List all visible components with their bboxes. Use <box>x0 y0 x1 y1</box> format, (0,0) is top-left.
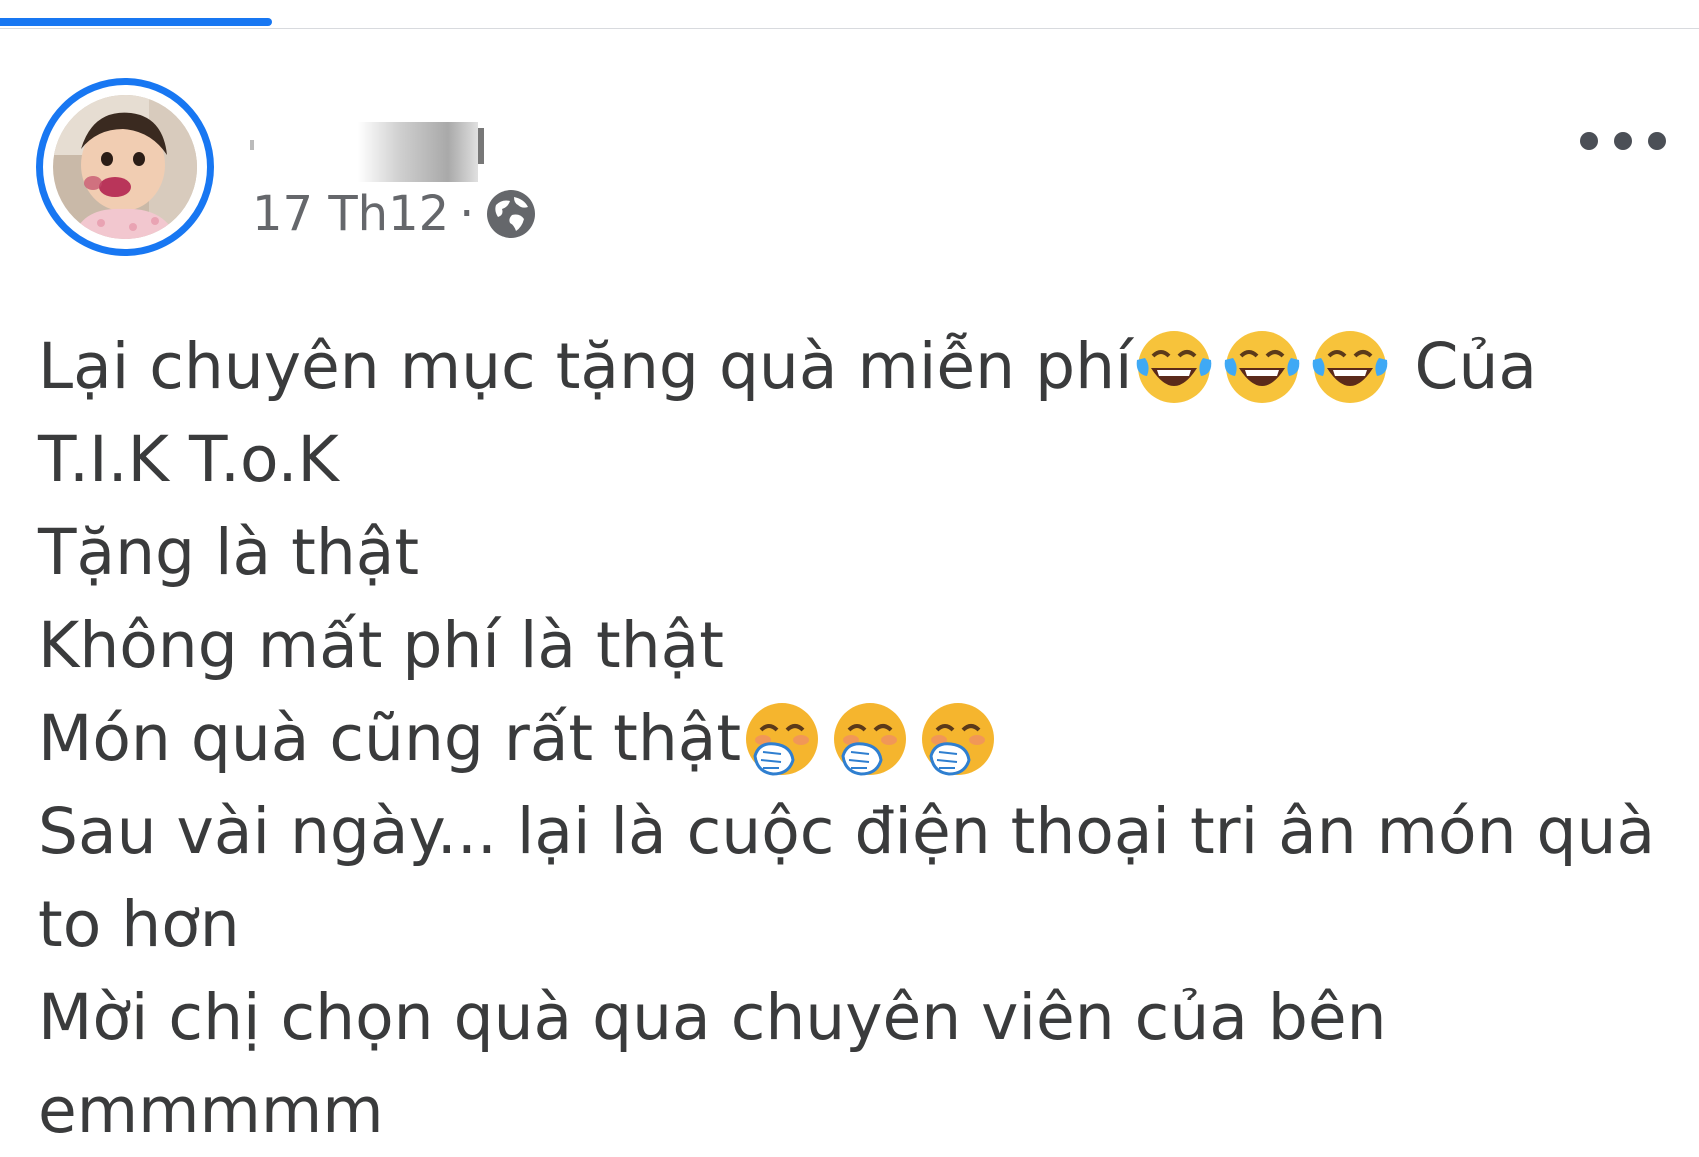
post-line: Không mất phí là thật <box>38 599 1678 692</box>
post-line: Tặng là thật <box>38 506 1678 599</box>
post-line: Mời chị chọn quà qua chuyên viên của bên <box>38 971 1678 1064</box>
globe-icon <box>487 190 536 238</box>
post-timestamp[interactable]: 17 Th12 <box>252 186 449 242</box>
post-line: Món quà cũng rất thật <box>38 692 1678 785</box>
laughing-tears-emoji-icon <box>1224 330 1299 403</box>
post-line-text: Mời chị chọn quà qua chuyên viên của bên <box>38 981 1387 1054</box>
post-line: to hơn <box>38 878 1678 971</box>
avatar-photo <box>53 95 197 239</box>
post-line-text: Không mất phí là thật <box>38 609 724 682</box>
post-line-text: T.I.K T.o.K <box>38 423 339 496</box>
post-line-text: Lại chuyên mục tặng quà miễn phí <box>38 330 1133 403</box>
top-bar <box>0 0 1699 29</box>
post-line: emmmmm <box>38 1064 1678 1157</box>
avatar[interactable] <box>36 78 214 256</box>
post-line-text: to hơn <box>38 888 240 961</box>
post-meta: 17 Th12 · <box>252 186 538 242</box>
more-options-button[interactable] <box>1580 124 1676 158</box>
laughing-tears-emoji-icon <box>1312 330 1387 403</box>
post-line: T.I.K T.o.K <box>38 413 1678 506</box>
post-line-text: Món quà cũng rất thật <box>38 702 742 775</box>
more-options-icon <box>1580 132 1598 150</box>
post-body: Lại chuyên mục tặng quà miễn phí Của T.I… <box>38 320 1678 1157</box>
meta-separator: · <box>459 186 475 242</box>
post-line: Lại chuyên mục tặng quà miễn phí Của <box>38 320 1678 413</box>
post-line-text: Tặng là thật <box>38 516 420 589</box>
hand-over-mouth-emoji-icon <box>922 702 995 776</box>
hand-over-mouth-emoji-icon <box>746 702 819 776</box>
post-line-text: emmmmm <box>38 1074 384 1147</box>
laughing-tears-emoji-icon <box>1136 330 1211 403</box>
post-line-text: Của <box>1414 330 1538 403</box>
active-tab-indicator <box>0 18 272 26</box>
hand-over-mouth-emoji-icon <box>834 702 907 776</box>
post-line: Sau vài ngày... lại là cuộc điện thoại t… <box>38 785 1678 878</box>
post-line-text: Sau vài ngày... lại là cuộc điện thoại t… <box>38 795 1656 868</box>
post-card: 17 Th12 · Lại chuyên mục tặng quà miễn p… <box>0 28 1699 1147</box>
